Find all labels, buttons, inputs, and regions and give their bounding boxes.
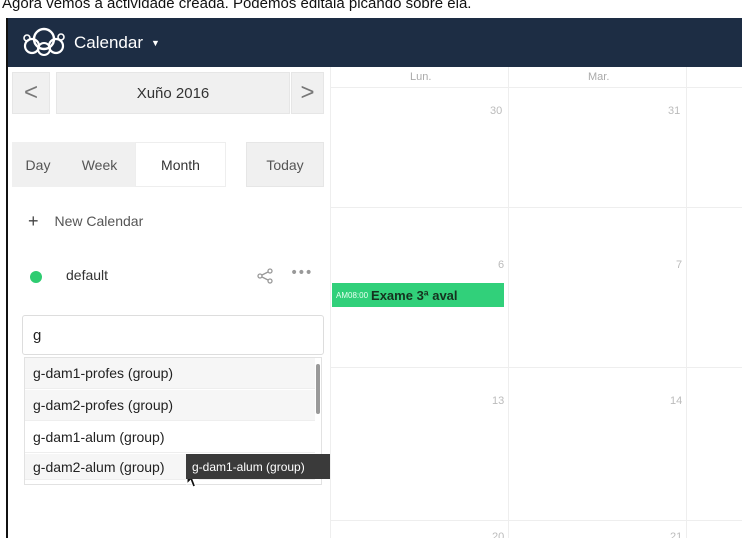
view-switcher: Day Week Month [12, 142, 226, 187]
day-number[interactable]: 7 [676, 259, 682, 271]
caret-down-icon: ▼ [151, 38, 160, 48]
day-number[interactable]: 30 [490, 105, 502, 117]
calendar-month-grid: Lun. Mar. 30 31 6 7 13 14 20 21 AM08:00 … [330, 67, 742, 538]
share-search-input[interactable] [22, 315, 324, 355]
new-calendar-label: New Calendar [54, 213, 144, 229]
suggestion-item[interactable]: g-dam2-profes (group) [25, 390, 315, 421]
grid-line [330, 87, 742, 88]
day-number[interactable]: 31 [668, 105, 680, 117]
suggestion-item[interactable]: g-dam1-alum (group) [25, 422, 315, 453]
app-name: Calendar [74, 33, 143, 52]
day-number[interactable]: 21 [670, 531, 682, 538]
grid-line [330, 207, 742, 208]
today-button[interactable]: Today [246, 142, 324, 187]
grid-line [330, 520, 742, 521]
dropdown-scrollbar[interactable] [316, 364, 320, 414]
view-week-button[interactable]: Week [64, 142, 135, 187]
page-caption: Agora vemos a actividade creada. Podemos… [2, 0, 472, 12]
top-bar: Calendar ▼ [8, 18, 742, 67]
chevron-left-icon: < [23, 79, 38, 106]
calendar-event[interactable]: AM08:00 Exame 3ª aval [332, 283, 504, 307]
next-month-button[interactable]: > [291, 72, 324, 114]
grid-line [686, 67, 687, 538]
weekday-header-tue: Mar. [588, 71, 610, 83]
plus-icon: + [28, 210, 39, 231]
app-frame: Calendar ▼ < Xuño 2016 > Day Week Month … [6, 18, 742, 538]
new-calendar-button[interactable]: + New Calendar [28, 207, 143, 235]
view-month-button[interactable]: Month [135, 142, 226, 187]
calendar-list-item[interactable]: default ••• [8, 257, 330, 297]
day-number[interactable]: 20 [492, 531, 504, 538]
suggestion-tooltip: g-dam1-alum (group) [186, 454, 344, 479]
day-number[interactable]: 13 [492, 395, 504, 407]
calendar-name[interactable]: default [66, 267, 108, 283]
day-number[interactable]: 14 [670, 395, 682, 407]
event-title: Exame 3ª aval [371, 287, 458, 303]
more-options-icon[interactable]: ••• [290, 265, 313, 281]
event-time: AM08:00 [336, 290, 369, 300]
suggestion-item[interactable]: g-dam1-profes (group) [25, 358, 315, 389]
grid-line [330, 67, 331, 538]
grid-line [508, 67, 509, 538]
calendar-color-dot[interactable] [30, 271, 42, 283]
prev-month-button[interactable]: < [12, 72, 50, 114]
weekday-header-mon: Lun. [410, 71, 432, 83]
owncloud-logo-icon[interactable] [22, 27, 66, 57]
view-day-button[interactable]: Day [12, 142, 64, 187]
current-month-button[interactable]: Xuño 2016 [56, 72, 290, 114]
share-icon[interactable] [256, 267, 274, 285]
grid-line [330, 367, 742, 368]
chevron-right-icon: > [300, 79, 315, 106]
day-number[interactable]: 6 [498, 259, 504, 271]
app-menu-button[interactable]: Calendar ▼ [74, 30, 160, 56]
sidebar: < Xuño 2016 > Day Week Month Today + New… [8, 67, 344, 538]
